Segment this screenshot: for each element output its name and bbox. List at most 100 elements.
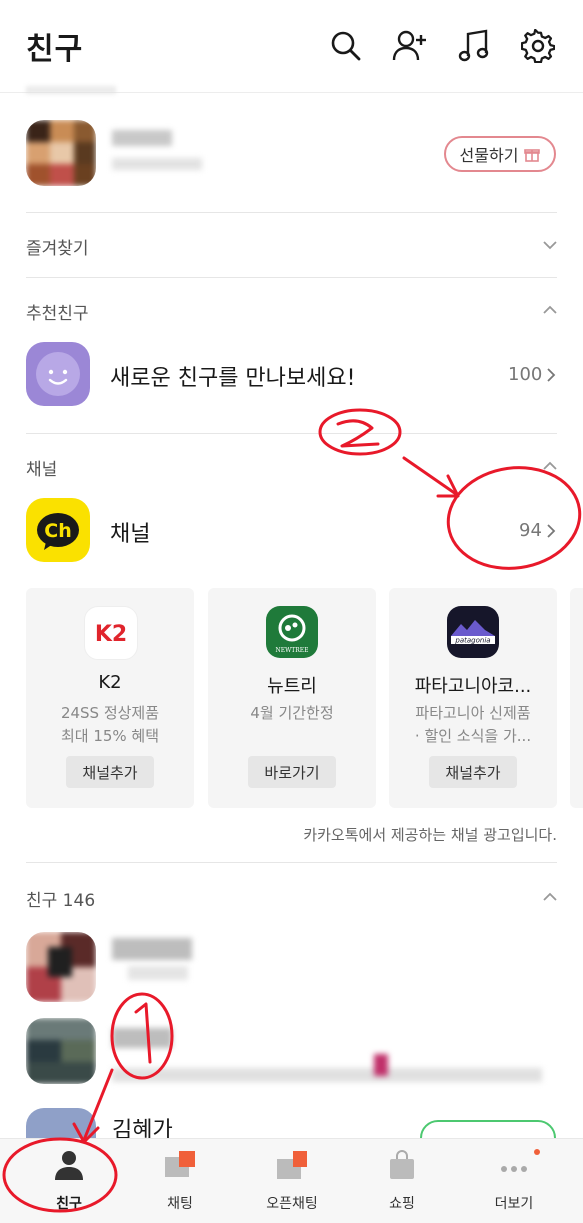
friend-action-button[interactable] bbox=[420, 1120, 556, 1138]
chevron-up-icon[interactable] bbox=[541, 457, 559, 475]
card-name: 뉴트리 bbox=[267, 676, 317, 697]
card-name: 파타고니아코... bbox=[414, 676, 532, 697]
channel-card[interactable]: K2 K2 24SS 정상제품 최대 15% 혜택 채널추가 bbox=[26, 588, 194, 808]
blurred-name bbox=[112, 938, 192, 960]
pixelated-photo bbox=[26, 120, 96, 186]
search-icon bbox=[331, 31, 361, 61]
shopping-bag-icon bbox=[390, 1150, 414, 1179]
friend-avatar bbox=[26, 1018, 96, 1084]
settings-button[interactable] bbox=[518, 26, 558, 66]
new-badge-dot bbox=[534, 1149, 540, 1155]
more-icon bbox=[501, 1166, 527, 1172]
recommended-friends-row[interactable]: 새로운 친구를 만나보세요! 100 bbox=[0, 338, 583, 412]
favorites-label: 즐겨찾기 bbox=[26, 239, 89, 259]
channel-count: 94 bbox=[519, 520, 542, 541]
chevron-down-icon[interactable] bbox=[541, 236, 559, 254]
annotation-arrow bbox=[402, 456, 458, 496]
tab-label: 오픈채팅 bbox=[266, 1196, 318, 1212]
tab-chats[interactable]: 채팅 bbox=[122, 1139, 238, 1223]
add-friend-button[interactable] bbox=[390, 26, 430, 66]
smiley-avatar bbox=[26, 342, 90, 406]
friend-row-partial[interactable]: 김혜가 bbox=[0, 1094, 583, 1138]
blurred-name bbox=[112, 1028, 172, 1048]
tab-label: 더보기 bbox=[494, 1196, 534, 1212]
patagonia-logo-mark: patagonia bbox=[451, 620, 495, 645]
ad-notice: 카카오톡에서 제공하는 채널 광고입니다. bbox=[303, 826, 557, 844]
blurred-status bbox=[128, 966, 188, 980]
channel-row-label: 채널 bbox=[110, 522, 151, 547]
chevron-up-icon[interactable] bbox=[541, 888, 559, 906]
chevron-right-icon bbox=[547, 368, 556, 382]
k2-logo: K2 bbox=[84, 606, 138, 660]
channel-card[interactable]: NEWTREE 뉴트리 4월 기간한정 바로가기 bbox=[208, 588, 376, 808]
patagonia-logo: patagonia bbox=[447, 606, 499, 658]
annotation-arrowhead bbox=[436, 474, 460, 498]
card-name: K2 bbox=[98, 672, 122, 693]
newtree-logo: NEWTREE bbox=[266, 606, 318, 658]
gift-button-label: 선물하기 bbox=[459, 146, 519, 165]
bottom-tab-bar: 친구 채팅 오픈채팅 쇼핑 더보기 bbox=[0, 1138, 583, 1223]
chat-icon bbox=[165, 1151, 195, 1177]
channel-card[interactable]: patagonia 파타고니아코... 파타고니아 신제품 · 할인 소식을 가… bbox=[389, 588, 557, 808]
blurred-status bbox=[112, 1068, 542, 1082]
chevron-right-icon bbox=[547, 524, 556, 538]
pixelated-photo bbox=[26, 932, 96, 1002]
section-divider bbox=[26, 277, 557, 278]
tab-label: 채팅 bbox=[167, 1196, 193, 1212]
svg-text:Ch: Ch bbox=[44, 520, 71, 542]
card-description: 4월 기간한정 bbox=[250, 704, 334, 722]
gift-button[interactable]: 선물하기 bbox=[444, 136, 556, 172]
section-divider bbox=[26, 212, 557, 213]
channel-section-label: 채널 bbox=[26, 460, 58, 480]
settings-icon bbox=[521, 29, 555, 63]
svg-text:patagonia: patagonia bbox=[454, 637, 490, 645]
svg-text:NEWTREE: NEWTREE bbox=[275, 647, 308, 654]
add-channel-button[interactable]: 채널추가 bbox=[66, 756, 154, 788]
recommended-count: 100 bbox=[508, 364, 543, 385]
card-description: 24SS 정상제품 최대 15% 혜택 bbox=[60, 704, 160, 745]
pixelated-photo bbox=[26, 1018, 96, 1084]
tab-shopping[interactable]: 쇼핑 bbox=[344, 1139, 460, 1223]
friend-row[interactable] bbox=[0, 926, 583, 1008]
add-channel-button[interactable]: 채널추가 bbox=[429, 756, 517, 788]
friend-avatar bbox=[26, 1108, 96, 1138]
svg-text:K2: K2 bbox=[95, 622, 127, 647]
cut-off-section-label bbox=[26, 86, 116, 94]
blurred-name bbox=[112, 130, 172, 146]
tab-friends[interactable]: 친구 bbox=[11, 1139, 127, 1223]
k2-logo-mark: K2 bbox=[95, 622, 127, 647]
tab-label: 친구 bbox=[56, 1196, 82, 1212]
friend-name: 김혜가 bbox=[112, 1118, 173, 1138]
person-icon bbox=[55, 1151, 83, 1180]
blurred-status bbox=[112, 158, 202, 170]
add-friend-icon bbox=[392, 30, 426, 61]
chevron-up-icon[interactable] bbox=[541, 301, 559, 319]
friend-avatar[interactable] bbox=[26, 120, 96, 186]
blurred-emoji bbox=[374, 1054, 388, 1076]
tab-more[interactable]: 더보기 bbox=[456, 1139, 572, 1223]
next-card-peek[interactable] bbox=[570, 588, 583, 808]
recommended-row-label: 새로운 친구를 만나보세요! bbox=[110, 366, 356, 391]
annotation-circle bbox=[318, 408, 402, 456]
kakao-channel-icon: Ch bbox=[37, 513, 79, 550]
open-chat-icon bbox=[277, 1151, 307, 1179]
music-button[interactable] bbox=[454, 26, 494, 66]
tab-open-chats[interactable]: 오픈채팅 bbox=[234, 1139, 350, 1223]
newtree-logo-mark: NEWTREE bbox=[275, 614, 309, 654]
card-description: 파타고니아 신제품 · 할인 소식을 가... bbox=[414, 704, 532, 745]
friend-avatar bbox=[26, 932, 96, 1002]
channel-avatar: Ch bbox=[26, 498, 90, 562]
gift-icon bbox=[524, 149, 541, 162]
recommended-label: 추천친구 bbox=[26, 304, 89, 324]
music-icon bbox=[458, 29, 489, 62]
section-divider bbox=[26, 433, 557, 434]
go-button[interactable]: 바로가기 bbox=[248, 756, 336, 788]
tab-label: 쇼핑 bbox=[389, 1196, 415, 1212]
section-divider bbox=[26, 862, 557, 863]
top-header: 친구 bbox=[0, 0, 583, 93]
smiley-icon bbox=[36, 352, 80, 396]
friend-row[interactable] bbox=[0, 1010, 583, 1092]
channel-row[interactable]: Ch 채널 94 bbox=[0, 494, 583, 568]
search-button[interactable] bbox=[326, 26, 366, 66]
page-title: 친구 bbox=[26, 32, 84, 67]
